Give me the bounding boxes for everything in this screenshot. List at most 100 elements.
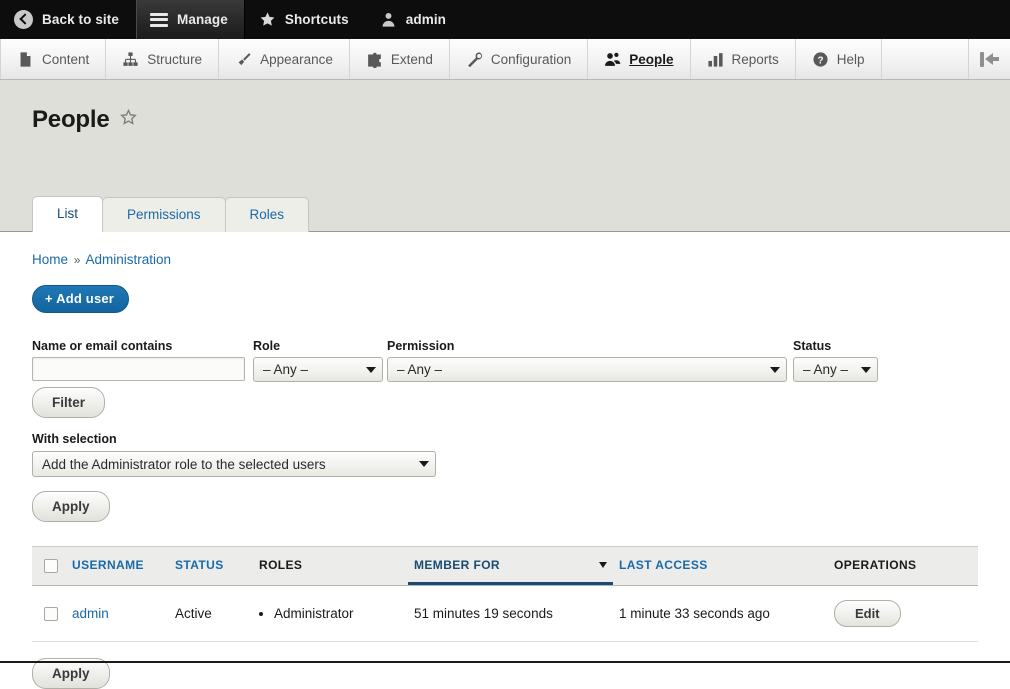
menu-item-content[interactable]: Content: [0, 39, 106, 79]
bulk-action-form: With selection Add the Administrator rol…: [32, 432, 978, 522]
menu-item-people[interactable]: People: [588, 39, 690, 79]
permission-filter-select[interactable]: – Any –: [387, 357, 787, 382]
bar-chart-icon: [707, 51, 724, 68]
question-mark-icon: ?: [812, 51, 829, 68]
column-header-member-for[interactable]: MEMBER FOR: [408, 547, 613, 586]
column-header-last-access[interactable]: LAST ACCESS: [613, 547, 828, 586]
column-label: STATUS: [175, 558, 224, 572]
tab-label: List: [57, 206, 78, 221]
page-title-row: People: [32, 80, 1010, 134]
filter-group-name: Name or email contains: [32, 339, 245, 381]
permission-filter-label: Permission: [387, 339, 787, 353]
name-or-email-input[interactable]: [32, 357, 245, 381]
file-icon: [17, 51, 34, 68]
select-all-header: [32, 547, 66, 586]
tab-roles[interactable]: Roles: [225, 197, 310, 232]
menu-item-label: Extend: [391, 52, 433, 67]
tab-list[interactable]: List: [32, 196, 103, 232]
cell-operations: Edit: [828, 585, 978, 641]
chevron-down-icon: [770, 367, 780, 373]
role-item: Administrator: [274, 606, 402, 621]
apply-button-top[interactable]: Apply: [32, 491, 110, 522]
sort-descending-icon: [599, 562, 607, 568]
collapse-toolbar-icon: [980, 52, 999, 67]
bulk-action-select[interactable]: Add the Administrator role to the select…: [32, 451, 436, 477]
menu-item-extend[interactable]: Extend: [350, 39, 450, 79]
filter-group-role: Role – Any –: [253, 339, 383, 382]
breadcrumb-item-administration[interactable]: Administration: [85, 252, 171, 267]
permission-filter-value: – Any –: [397, 362, 764, 377]
filter-form: Name or email contains Role – Any – Perm…: [32, 339, 978, 387]
breadcrumb-item-home[interactable]: Home: [32, 252, 68, 267]
add-user-button[interactable]: + Add user: [32, 285, 129, 313]
toolbar-item-label: Shortcuts: [285, 12, 349, 27]
role-filter-value: – Any –: [263, 362, 360, 377]
paintbrush-icon: [235, 51, 252, 68]
menu-item-label: Help: [837, 52, 865, 67]
toolbar-item-manage[interactable]: Manage: [136, 0, 245, 39]
column-header-username[interactable]: USERNAME: [66, 547, 169, 586]
admin-menu-bar: Content Structure Appearance: [0, 39, 1010, 80]
toolbar-item-back-to-site[interactable]: Back to site: [0, 0, 136, 39]
cell-roles: Administrator: [253, 585, 408, 641]
status-filter-select[interactable]: – Any –: [793, 357, 878, 382]
menu-item-help[interactable]: ? Help: [796, 39, 882, 79]
table-row: admin Active Administrator 51 minutes 19…: [32, 585, 978, 641]
hamburger-icon: [150, 13, 168, 27]
column-header-status[interactable]: STATUS: [169, 547, 253, 586]
menu-item-appearance[interactable]: Appearance: [219, 39, 350, 79]
sitemap-icon: [122, 51, 139, 68]
svg-text:?: ?: [817, 55, 823, 66]
row-select-cell: [32, 585, 66, 641]
breadcrumb: Home » Administration: [32, 232, 978, 267]
filter-group-permission: Permission – Any –: [387, 339, 787, 382]
page-title: People: [32, 106, 110, 134]
people-icon: [604, 51, 621, 68]
puzzle-piece-icon: [366, 51, 383, 68]
breadcrumb-separator: »: [72, 253, 83, 267]
wrench-icon: [466, 51, 483, 68]
column-label: MEMBER FOR: [414, 558, 500, 572]
role-filter-label: Role: [253, 339, 383, 353]
menu-item-label: Appearance: [260, 52, 333, 67]
toolbar-item-user-account[interactable]: admin: [366, 0, 463, 39]
menu-item-configuration[interactable]: Configuration: [450, 39, 588, 79]
table-header-row: USERNAME STATUS ROLES MEMBER FOR LAST AC…: [32, 547, 978, 586]
chevron-down-icon: [861, 367, 871, 373]
menu-bar-spacer: [882, 39, 969, 79]
cell-username: admin: [66, 585, 169, 641]
role-filter-select[interactable]: – Any –: [253, 357, 383, 382]
people-table-body: admin Active Administrator 51 minutes 19…: [32, 585, 978, 641]
collapse-toolbar-button[interactable]: [969, 39, 1010, 79]
toolbar-item-label: Manage: [177, 12, 228, 27]
menu-item-label: Content: [42, 52, 89, 67]
star-outline-icon[interactable]: [119, 106, 138, 134]
select-all-checkbox[interactable]: [44, 559, 58, 573]
column-label: USERNAME: [72, 558, 144, 572]
edit-button[interactable]: Edit: [834, 600, 901, 627]
tab-label: Permissions: [127, 207, 201, 222]
people-table-head: USERNAME STATUS ROLES MEMBER FOR LAST AC…: [32, 547, 978, 586]
user-link-admin[interactable]: admin: [72, 606, 109, 621]
tab-label: Roles: [250, 207, 285, 222]
bulk-action-value: Add the Administrator role to the select…: [42, 457, 413, 472]
toolbar-item-shortcuts[interactable]: Shortcuts: [245, 0, 366, 39]
back-circle-icon: [14, 10, 33, 29]
row-select-checkbox[interactable]: [44, 607, 58, 621]
filter-button[interactable]: Filter: [32, 387, 105, 418]
primary-tabs: List Permissions Roles: [32, 196, 308, 232]
menu-item-label: People: [629, 52, 673, 67]
menu-item-label: Structure: [147, 52, 202, 67]
status-filter-value: – Any –: [803, 362, 855, 377]
toolbar-item-label: admin: [406, 12, 446, 27]
cell-last-access: 1 minute 33 seconds ago: [613, 585, 828, 641]
cell-status: Active: [169, 585, 253, 641]
menu-item-reports[interactable]: Reports: [691, 39, 796, 79]
chevron-down-icon: [419, 461, 429, 467]
tab-permissions[interactable]: Permissions: [102, 197, 226, 232]
status-filter-label: Status: [793, 339, 878, 353]
toolbar-item-label: Back to site: [42, 12, 119, 27]
role-list: Administrator: [259, 606, 402, 621]
admin-toolbar: Back to site Manage Shortcuts admin: [0, 0, 1010, 39]
menu-item-structure[interactable]: Structure: [106, 39, 219, 79]
